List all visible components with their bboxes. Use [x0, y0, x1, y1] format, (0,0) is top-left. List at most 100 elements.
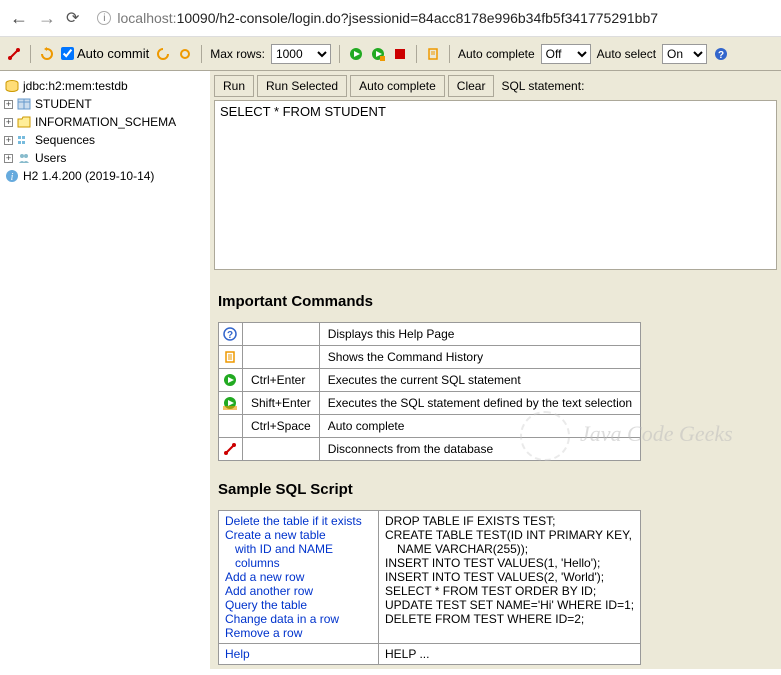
expand-icon[interactable]: + — [4, 100, 13, 109]
folder-icon — [16, 115, 32, 129]
url-bar[interactable]: i localhost:10090/h2-console/login.do?js… — [89, 6, 771, 30]
expand-icon[interactable]: + — [4, 154, 13, 163]
script-link[interactable]: Remove a row — [225, 626, 372, 640]
desc-cell: Displays this Help Page — [319, 323, 640, 346]
reload-button[interactable]: ⟳ — [66, 8, 79, 28]
sql-textarea[interactable] — [214, 100, 777, 270]
tree-sequences[interactable]: + Sequences — [4, 131, 206, 149]
auto-complete-label: Auto complete — [458, 47, 535, 61]
script-link[interactable]: Change data in a row — [225, 612, 372, 626]
run-selected-button[interactable]: Run Selected — [257, 75, 347, 97]
tree-item-label: INFORMATION_SCHEMA — [35, 115, 176, 129]
tree-db-label: jdbc:h2:mem:testdb — [23, 79, 128, 93]
disconnect-icon[interactable] — [219, 438, 243, 461]
table-row: ? Displays this Help Page — [219, 323, 641, 346]
desc-cell: Auto complete — [319, 415, 640, 438]
script-help-sql: HELP ... — [379, 644, 641, 665]
auto-complete-select[interactable]: Off — [541, 44, 591, 64]
auto-commit-check[interactable]: Auto commit — [61, 46, 149, 61]
table-row: Ctrl+Enter Executes the current SQL stat… — [219, 369, 641, 392]
tree-info-schema[interactable]: + INFORMATION_SCHEMA — [4, 113, 206, 131]
url-text: localhost:10090/h2-console/login.do?jses… — [117, 10, 658, 26]
script-link[interactable]: Add a new row — [225, 570, 372, 584]
max-rows-label: Max rows: — [210, 47, 265, 61]
main-area: jdbc:h2:mem:testdb + STUDENT + INFORMATI… — [0, 71, 781, 669]
auto-select-label: Auto select — [597, 47, 656, 61]
table-icon — [16, 97, 32, 111]
sample-title: Sample SQL Script — [218, 481, 773, 498]
table-row: Shift+Enter Executes the SQL statement d… — [219, 392, 641, 415]
script-sql-line: NAME VARCHAR(255)); — [385, 542, 634, 556]
script-sql-line: SELECT * FROM TEST ORDER BY ID; — [385, 584, 634, 598]
help-link[interactable]: Help — [225, 647, 372, 661]
disconnect-icon[interactable] — [6, 46, 22, 62]
help-icon[interactable]: ? — [713, 46, 729, 62]
sql-toolbar: Run Run Selected Auto complete Clear SQL… — [214, 75, 777, 97]
important-commands-section: Important Commands ? Displays this Help … — [214, 293, 777, 461]
auto-commit-label: Auto commit — [77, 46, 149, 61]
browser-bar: ← → ⟳ i localhost:10090/h2-console/login… — [0, 0, 781, 37]
script-link[interactable]: Add another row — [225, 584, 372, 598]
content-area: Run Run Selected Auto complete Clear SQL… — [210, 71, 781, 669]
script-sql-line: UPDATE TEST SET NAME='Hi' WHERE ID=1; — [385, 598, 634, 612]
desc-cell: Shows the Command History — [319, 346, 640, 369]
expand-icon[interactable]: + — [4, 118, 13, 127]
app-toolbar: Auto commit Max rows: 1000 Auto complete… — [0, 37, 781, 71]
max-rows-select[interactable]: 1000 — [271, 44, 331, 64]
database-icon — [4, 79, 20, 93]
info-icon: i — [4, 169, 20, 183]
info-icon[interactable]: i — [97, 11, 111, 25]
clear-button[interactable]: Clear — [448, 75, 495, 97]
script-desc-cell: Delete the table if it existsCreate a ne… — [219, 511, 379, 644]
script-link[interactable]: Create a new table — [225, 528, 372, 542]
script-link[interactable]: with ID and NAME columns — [225, 542, 372, 570]
script-sql-line: CREATE TABLE TEST(ID INT PRIMARY KEY, — [385, 528, 634, 542]
users-icon — [16, 151, 32, 165]
auto-commit-checkbox[interactable] — [61, 47, 74, 60]
run-icon[interactable] — [219, 369, 243, 392]
desc-cell: Disconnects from the database — [319, 438, 640, 461]
script-link[interactable]: Delete the table if it exists — [225, 514, 372, 528]
run-selected-icon[interactable] — [219, 392, 243, 415]
history-icon[interactable] — [219, 346, 243, 369]
history-icon[interactable] — [425, 46, 441, 62]
help-icon[interactable]: ? — [219, 323, 243, 346]
run-icon[interactable] — [348, 46, 364, 62]
stop-icon[interactable] — [392, 46, 408, 62]
sample-script-section: Sample SQL Script Delete the table if it… — [214, 481, 777, 665]
shortcut-cell: Ctrl+Space — [243, 415, 320, 438]
refresh-icon[interactable] — [39, 46, 55, 62]
commit-icon[interactable] — [177, 46, 193, 62]
run-selected-icon[interactable] — [370, 46, 386, 62]
table-row: Disconnects from the database — [219, 438, 641, 461]
script-sql-line: INSERT INTO TEST VALUES(1, 'Hello'); — [385, 556, 634, 570]
shortcut-cell — [243, 438, 320, 461]
script-link[interactable]: Query the table — [225, 598, 372, 612]
blank-cell — [219, 415, 243, 438]
sequences-icon — [16, 133, 32, 147]
separator — [201, 45, 202, 63]
run-button[interactable]: Run — [214, 75, 254, 97]
back-button[interactable]: ← — [10, 8, 28, 29]
tree-item-label: Sequences — [35, 133, 95, 147]
tree-users[interactable]: + Users — [4, 149, 206, 167]
script-sql-line: INSERT INTO TEST VALUES(2, 'World'); — [385, 570, 634, 584]
shortcut-cell — [243, 346, 320, 369]
tree-db[interactable]: jdbc:h2:mem:testdb — [4, 77, 206, 95]
separator — [339, 45, 340, 63]
script-help-desc: Help — [219, 644, 379, 665]
tree-version-label: H2 1.4.200 (2019-10-14) — [23, 169, 154, 183]
separator — [30, 45, 31, 63]
tree-version[interactable]: i H2 1.4.200 (2019-10-14) — [4, 167, 206, 185]
forward-button[interactable]: → — [38, 8, 56, 29]
shortcut-cell — [243, 323, 320, 346]
script-table: Delete the table if it existsCreate a ne… — [218, 510, 641, 665]
shortcut-cell: Ctrl+Enter — [243, 369, 320, 392]
tree-student[interactable]: + STUDENT — [4, 95, 206, 113]
desc-cell: Executes the current SQL statement — [319, 369, 640, 392]
expand-icon[interactable]: + — [4, 136, 13, 145]
auto-select-select[interactable]: On — [662, 44, 707, 64]
rollback-icon[interactable] — [155, 46, 171, 62]
desc-cell: Executes the SQL statement defined by th… — [319, 392, 640, 415]
auto-complete-button[interactable]: Auto complete — [350, 75, 445, 97]
